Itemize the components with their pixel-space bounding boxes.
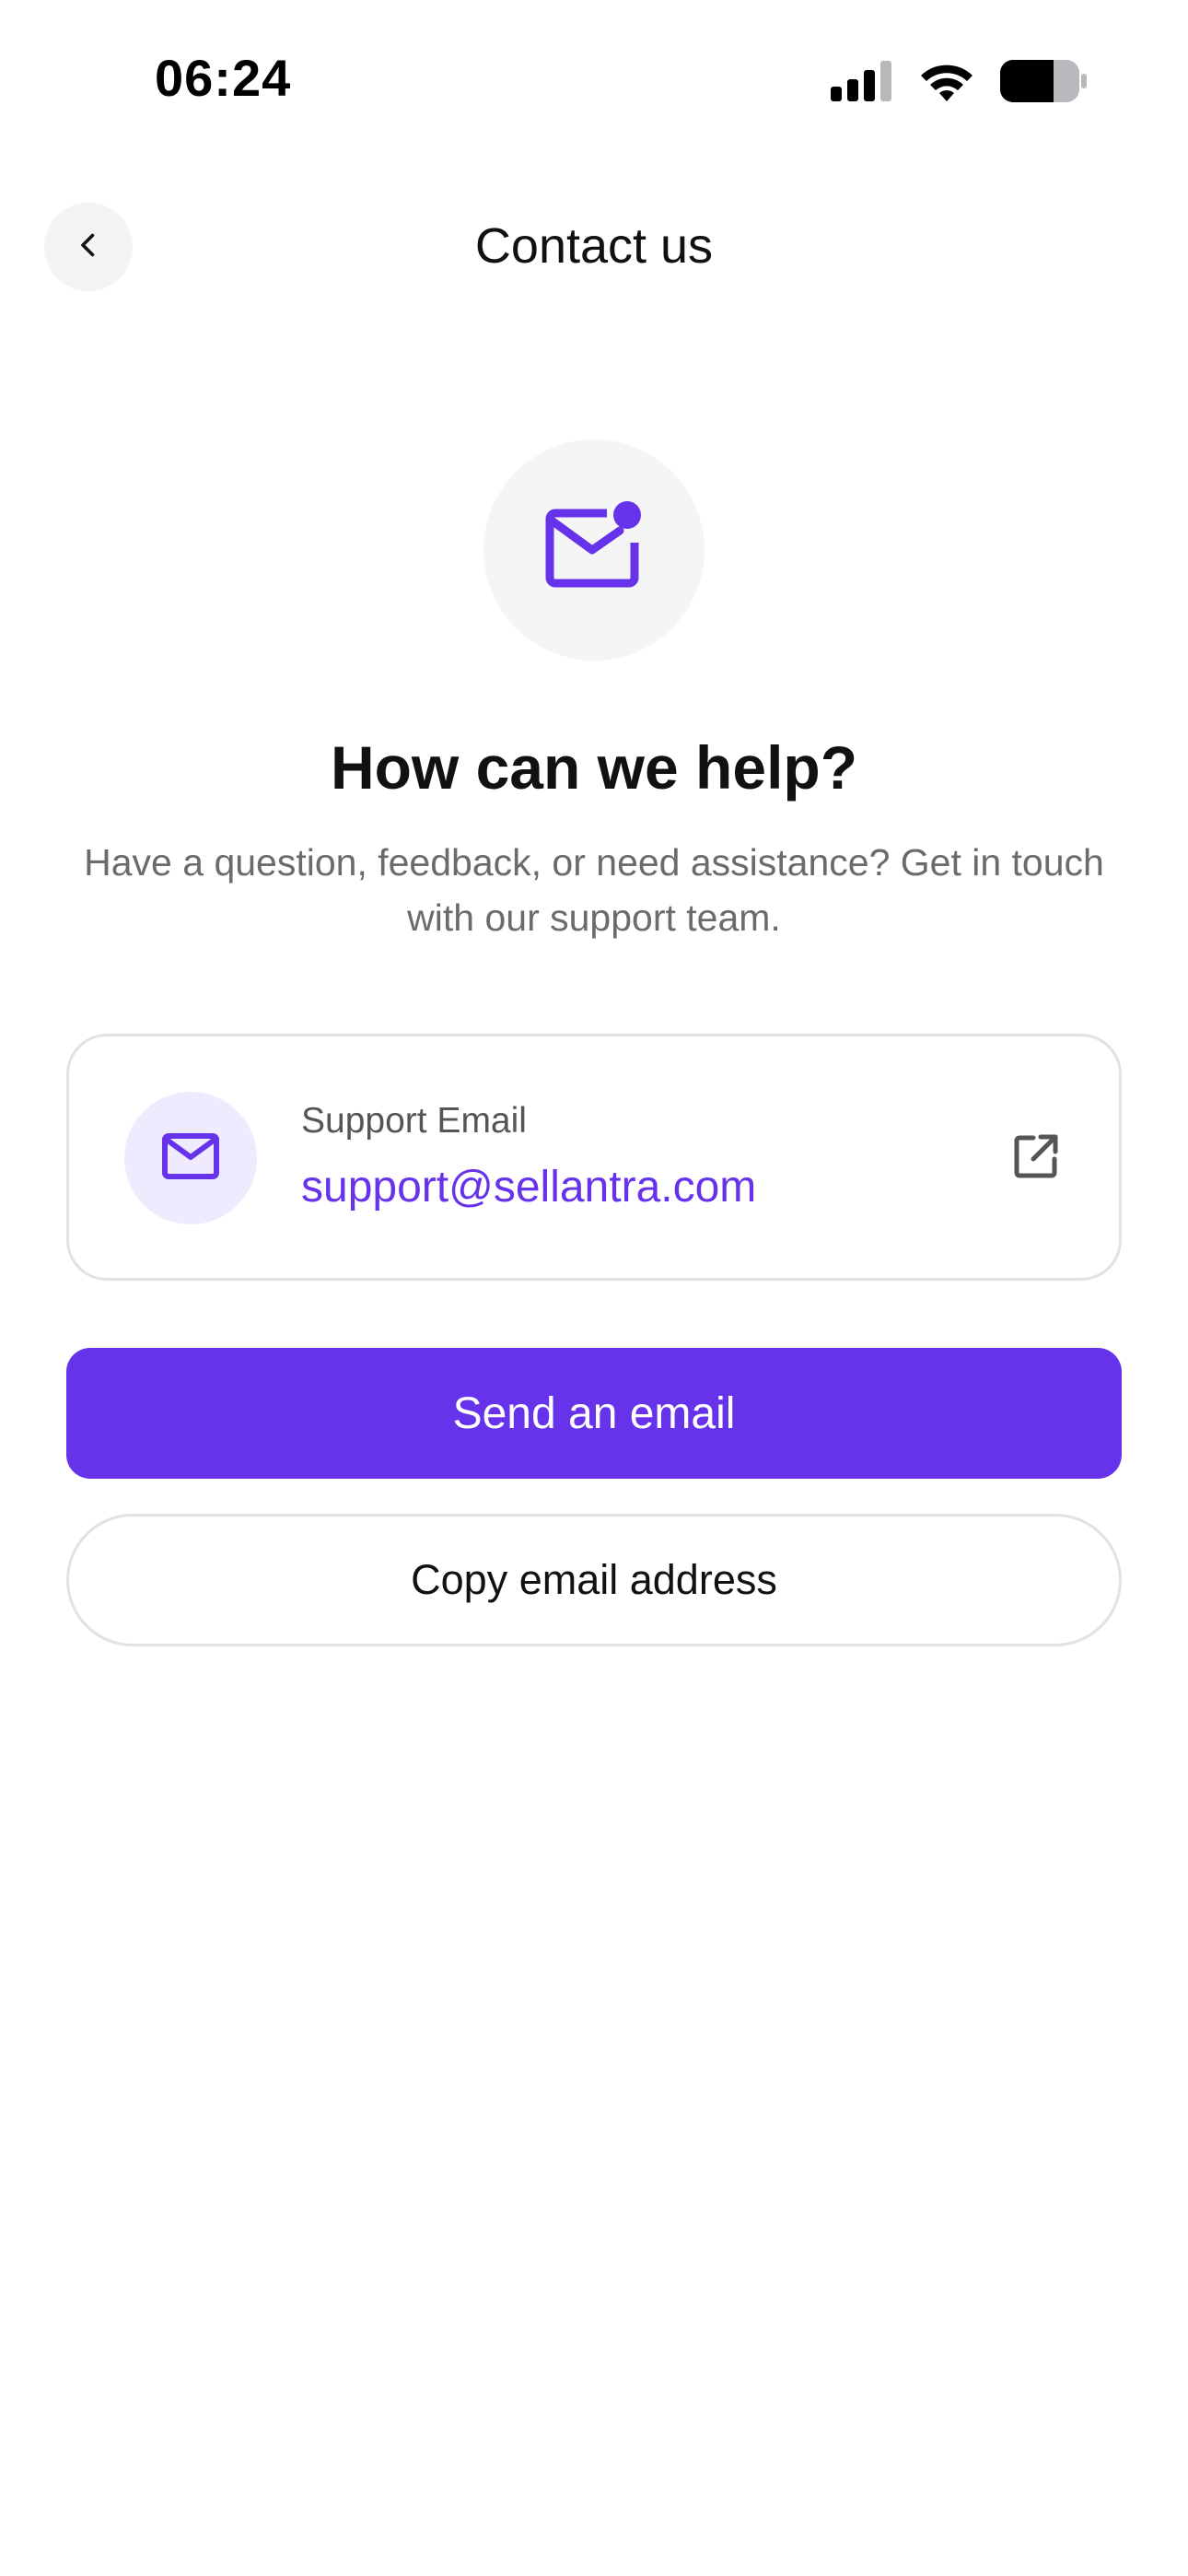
battery-icon: [1000, 60, 1087, 102]
hero-title: How can we help?: [330, 733, 858, 802]
mail-notification-icon: [542, 500, 646, 601]
copy-email-button[interactable]: Copy email address: [66, 1514, 1122, 1646]
support-email-address[interactable]: support@sellantra.com: [301, 1162, 756, 1212]
page-title: Contact us: [474, 218, 714, 274]
signal-icon: [831, 61, 893, 101]
mail-icon: [161, 1132, 220, 1185]
open-external-icon: [1013, 1133, 1059, 1184]
support-email-card[interactable]: Support Email support@sellantra.com: [66, 1034, 1122, 1281]
hero-icon-container: [483, 439, 705, 661]
hero-subtitle: Have a question, feedback, or need assis…: [84, 841, 1104, 939]
status-icons: [831, 57, 1087, 105]
contact-us-screen: 06:24 Contact us How can we help? Have a…: [0, 0, 1188, 2576]
email-card-icon-container: [124, 1092, 257, 1224]
wifi-icon: [917, 59, 976, 103]
header: Contact us: [0, 184, 1188, 313]
open-external-button[interactable]: [1007, 1129, 1066, 1188]
support-email-label: Support Email: [301, 1101, 527, 1141]
send-email-button[interactable]: Send an email: [66, 1348, 1122, 1479]
status-bar: 06:24: [0, 0, 1188, 166]
status-time: 06:24: [155, 49, 292, 107]
